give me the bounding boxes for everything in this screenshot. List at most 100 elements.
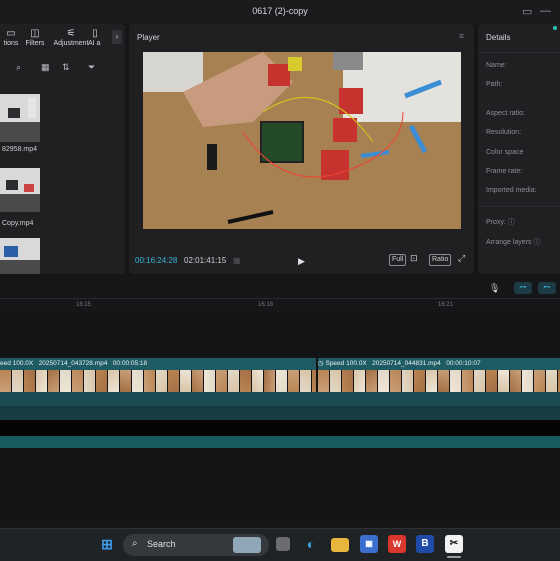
- clip-frame: [108, 370, 119, 392]
- filter-icon[interactable]: ⏷: [88, 62, 95, 73]
- capcut-icon[interactable]: ✂: [445, 535, 463, 553]
- file-explorer-icon[interactable]: [276, 537, 290, 551]
- clip-frame: [300, 370, 311, 392]
- clip-frame: [228, 370, 239, 392]
- clip-frame: [84, 370, 95, 392]
- timeline-ruler[interactable]: 16:15 16:18 16:21: [0, 298, 560, 315]
- media-item-name: Copy.mp4: [2, 220, 34, 227]
- sort-icon[interactable]: ⇅: [62, 62, 70, 73]
- start-icon[interactable]: ⊞: [98, 535, 116, 553]
- media-thumbnail[interactable]: [0, 168, 40, 212]
- clip-frame: [534, 370, 545, 392]
- clip-frame: [312, 370, 316, 392]
- clip-thumbnails[interactable]: [318, 370, 560, 392]
- clip-frame: [180, 370, 191, 392]
- folder-icon[interactable]: [331, 538, 349, 552]
- clip-frame: [546, 370, 557, 392]
- audio-track[interactable]: [0, 406, 560, 420]
- tab-adjustment[interactable]: ⚟ Adjustment: [50, 28, 92, 47]
- ruler-tick: 16:15: [76, 302, 92, 308]
- black-track[interactable]: [0, 420, 560, 436]
- clip-frame: [48, 370, 59, 392]
- clip-frame: [60, 370, 71, 392]
- detail-label: Proxy: ⓘ: [486, 219, 515, 226]
- detail-label: Imported media:: [486, 187, 537, 194]
- snapshot-icon[interactable]: ⊡: [410, 253, 418, 264]
- media-panel: ▭ tions ◫ Filters ⚟ Adjustment ▯ AI a › …: [0, 24, 125, 274]
- clip-frame: [426, 370, 437, 392]
- media-item-name: 82958.mp4: [2, 146, 38, 153]
- menu-icon[interactable]: ≡: [459, 31, 464, 41]
- clip-header[interactable]: eed 100.0X 20250714_043728.mp4 00:00:05:…: [0, 358, 316, 370]
- microphone-icon[interactable]: 🎙: [489, 283, 500, 294]
- clip-thumbnails[interactable]: [0, 370, 316, 392]
- play-icon[interactable]: ▶: [298, 256, 305, 267]
- ratio-button[interactable]: Ratio: [429, 254, 452, 266]
- clip-frame: [192, 370, 203, 392]
- detail-label: Name:: [486, 62, 507, 69]
- timeline-scrollbar[interactable]: [0, 520, 560, 528]
- wps-icon[interactable]: W: [388, 535, 406, 553]
- fullscreen-icon[interactable]: ⤢: [458, 253, 465, 264]
- current-timecode: 00:16:24:28: [135, 256, 178, 265]
- clip-frame: [522, 370, 533, 392]
- search-icon: ⌕: [132, 538, 138, 549]
- search-box[interactable]: ⌕ Search: [123, 534, 269, 556]
- b-app-icon[interactable]: B: [416, 535, 434, 553]
- edge-icon[interactable]: ◐: [302, 535, 320, 553]
- collapse-toolbar-button[interactable]: ›: [112, 30, 122, 44]
- details-panel: Details Name: Path: Aspect ratio: Resolu…: [478, 24, 560, 274]
- clip-frame: [204, 370, 215, 392]
- video-preview[interactable]: [143, 52, 461, 229]
- audio-track[interactable]: [0, 436, 560, 448]
- speed-icon: ◷: [318, 360, 324, 367]
- details-title: Details: [486, 33, 511, 42]
- divider: [478, 52, 560, 53]
- clip-frame: [486, 370, 497, 392]
- detail-label: Frame rate:: [486, 168, 523, 175]
- link-clips-icon[interactable]: ⊶: [514, 282, 532, 294]
- detail-label: Path:: [486, 81, 503, 88]
- clip-frame: [264, 370, 275, 392]
- search-icon[interactable]: ⌕: [16, 62, 21, 73]
- audio-waveform-track[interactable]: [0, 392, 560, 406]
- clip-frame: [510, 370, 521, 392]
- snap-icon[interactable]: ⊷: [538, 282, 556, 294]
- media-thumbnail[interactable]: [0, 94, 40, 142]
- divider: [478, 206, 560, 207]
- tab-label: Filters: [25, 40, 45, 47]
- detail-label: Arrange layers ⓘ: [486, 239, 541, 246]
- minimize-icon[interactable]: —: [540, 5, 551, 17]
- clip-speed: Speed 100.0X: [325, 360, 367, 367]
- clip-frame: [462, 370, 473, 392]
- clip-frame: [216, 370, 227, 392]
- timeline-icon[interactable]: ▦: [233, 256, 241, 265]
- clip-frame: [450, 370, 461, 392]
- clip-frame: [156, 370, 167, 392]
- title-bar: 0617 (2)-copy ▭ —: [0, 0, 560, 24]
- timeline-toolbar: 🎙 ⊶ ⊷: [0, 280, 560, 298]
- clip-frame: [318, 370, 329, 392]
- layout-icon[interactable]: ▭: [522, 5, 532, 18]
- tab-label: Adjustment: [53, 40, 89, 47]
- window-title: 0617 (2)-copy: [252, 6, 308, 16]
- full-button[interactable]: Full: [389, 254, 407, 266]
- tab-label: AI a: [88, 40, 101, 47]
- video-frame: [143, 52, 461, 229]
- clip-frame: [24, 370, 35, 392]
- clip-name: 20250714_043728.mp4: [38, 360, 108, 367]
- active-app-indicator: [447, 556, 461, 558]
- player-title: Player: [137, 33, 160, 42]
- clip-frame: [36, 370, 47, 392]
- view-toggle-icon[interactable]: ▦: [41, 62, 50, 73]
- clip-header[interactable]: ◷ Speed 100.0X 20250714_044831.mp4 00:00…: [318, 358, 560, 370]
- clip-frame: [276, 370, 287, 392]
- clip-frame: [366, 370, 377, 392]
- player-panel: Player ≡ 00:16:24:28 02:01:41:15 ▦ ▶ Ful…: [129, 24, 474, 274]
- detail-label: Aspect ratio:: [486, 110, 525, 117]
- clip-frame: [378, 370, 389, 392]
- media-thumbnail[interactable]: [0, 238, 40, 274]
- ruler-tick: 16:21: [438, 302, 454, 308]
- status-dot: [553, 26, 557, 30]
- store-icon[interactable]: ▦: [360, 535, 378, 553]
